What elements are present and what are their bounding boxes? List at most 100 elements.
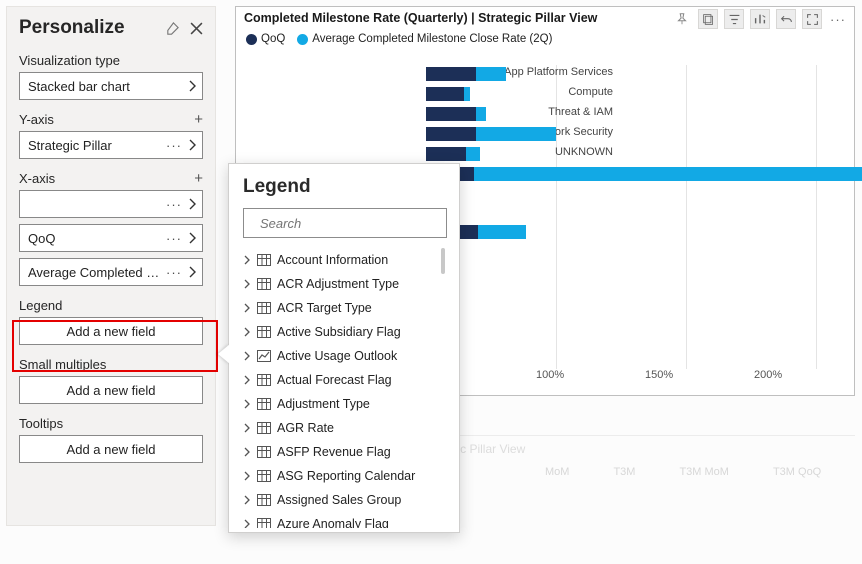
y-axis-category: Compute xyxy=(463,86,613,98)
table-icon xyxy=(257,470,271,482)
small-multiples-label: Small multiples xyxy=(19,357,106,372)
chart-x-axis: 100% 150% 200% 250% 300% xyxy=(426,369,862,381)
chevron-right-icon xyxy=(243,471,251,481)
y-axis-add-icon[interactable]: + xyxy=(194,112,203,127)
table-icon xyxy=(257,494,271,506)
bar-segment-qoq[interactable] xyxy=(426,147,466,161)
more-icon[interactable]: ··· xyxy=(166,197,182,212)
more-options-icon[interactable]: ··· xyxy=(828,9,848,29)
bar-segment-qoq[interactable] xyxy=(426,87,464,101)
legend-add-label: Add a new field xyxy=(67,324,156,339)
bar-segment-qoq[interactable] xyxy=(426,107,476,121)
chart-toolbar: ··· xyxy=(672,9,848,29)
x-axis-add-icon[interactable]: + xyxy=(194,171,203,186)
field-item[interactable]: ASG Reporting Calendar xyxy=(243,464,447,488)
field-item[interactable]: Account Information xyxy=(243,248,447,272)
y-axis-field[interactable]: Strategic Pillar ··· xyxy=(19,131,203,159)
visualization-type-label: Visualization type xyxy=(19,53,120,68)
popover-arrow xyxy=(218,344,230,364)
xaxis-tick: 150% xyxy=(645,369,754,381)
field-item[interactable]: ASFP Revenue Flag xyxy=(243,440,447,464)
y-axis-section: Y-axis + Strategic Pillar ··· xyxy=(19,112,203,159)
chevron-right-icon xyxy=(243,255,251,265)
bar-segment-avg[interactable] xyxy=(466,147,480,161)
personalize-icon[interactable] xyxy=(750,9,770,29)
small-multiples-add-button[interactable]: Add a new field xyxy=(19,376,203,404)
field-item[interactable]: ACR Target Type xyxy=(243,296,447,320)
field-item[interactable]: AGR Rate xyxy=(243,416,447,440)
bar-segment-avg[interactable] xyxy=(464,87,470,101)
ghost-col: T3M xyxy=(613,466,635,478)
close-icon[interactable] xyxy=(190,22,203,35)
chevron-right-icon xyxy=(243,495,251,505)
visualization-type-field[interactable]: Stacked bar chart xyxy=(19,72,203,100)
line-chart-icon xyxy=(257,350,271,362)
field-item[interactable]: ACR Adjustment Type xyxy=(243,272,447,296)
bar-segment-avg[interactable] xyxy=(476,67,506,81)
field-item-label: Assigned Sales Group xyxy=(277,493,401,507)
x-axis-section: X-axis + ··· QoQ ··· Average Completed …… xyxy=(19,171,203,286)
table-icon xyxy=(257,278,271,290)
undo-icon[interactable] xyxy=(776,9,796,29)
panel-header: Personalize xyxy=(19,17,203,39)
scrollbar-thumb[interactable] xyxy=(441,248,445,274)
ghost-col: MoM xyxy=(545,466,569,478)
more-icon[interactable]: ··· xyxy=(166,138,182,153)
x-axis-field-2[interactable]: Average Completed … ··· xyxy=(19,258,203,286)
y-axis-value: Strategic Pillar xyxy=(28,138,166,153)
chevron-right-icon xyxy=(188,266,196,278)
search-input[interactable] xyxy=(258,215,440,232)
more-icon[interactable]: ··· xyxy=(166,265,182,280)
tooltips-add-button[interactable]: Add a new field xyxy=(19,435,203,463)
xaxis-tick: 200% xyxy=(754,369,862,381)
field-item[interactable]: Active Usage Outlook xyxy=(243,344,447,368)
chart-legend: QoQ Average Completed Milestone Close Ra… xyxy=(236,29,854,53)
search-box[interactable] xyxy=(243,208,447,238)
tooltips-add-label: Add a new field xyxy=(67,442,156,457)
chevron-right-icon xyxy=(243,423,251,433)
field-item-label: AGR Rate xyxy=(277,421,334,435)
bar-segment-avg[interactable] xyxy=(476,127,556,141)
eraser-icon[interactable] xyxy=(165,21,180,36)
bar-segment-avg[interactable] xyxy=(476,107,486,121)
chevron-right-icon xyxy=(243,279,251,289)
legend-swatch-avg xyxy=(297,34,308,45)
chevron-right-icon xyxy=(243,351,251,361)
field-item-label: Adjustment Type xyxy=(277,397,370,411)
x-axis-field-0[interactable]: ··· xyxy=(19,190,203,218)
bar-segment-avg[interactable] xyxy=(474,167,862,181)
field-tree[interactable]: Account Information ACR Adjustment TypeAC… xyxy=(243,248,447,528)
bar-segment-avg[interactable] xyxy=(478,225,526,239)
more-icon[interactable]: ··· xyxy=(166,231,182,246)
y-axis-category: UNKNOWN xyxy=(463,146,613,158)
x-axis-field-1[interactable]: QoQ ··· xyxy=(19,224,203,252)
tooltips-section: Tooltips Add a new field xyxy=(19,416,203,463)
chevron-right-icon xyxy=(243,327,251,337)
field-item-label: Account Information xyxy=(277,253,388,267)
chart-plot-area: App Platform ServicesComputeThreat & IAM… xyxy=(426,67,862,367)
field-item-label: Actual Forecast Flag xyxy=(277,373,392,387)
focus-icon[interactable] xyxy=(802,9,822,29)
table-icon xyxy=(257,422,271,434)
table-icon xyxy=(257,446,271,458)
legend-label: Legend xyxy=(19,298,62,313)
legend-label-qoq: QoQ xyxy=(261,33,285,45)
visualization-type-section: Visualization type Stacked bar chart xyxy=(19,53,203,100)
bar-segment-qoq[interactable] xyxy=(426,67,476,81)
copy-icon[interactable] xyxy=(698,9,718,29)
field-item[interactable]: Adjustment Type xyxy=(243,392,447,416)
visualization-type-value: Stacked bar chart xyxy=(28,79,188,94)
filter-icon[interactable] xyxy=(724,9,744,29)
field-item-label: ASG Reporting Calendar xyxy=(277,469,415,483)
field-item[interactable]: Assigned Sales Group xyxy=(243,488,447,512)
pin-icon[interactable] xyxy=(672,9,692,29)
chevron-right-icon xyxy=(188,80,196,92)
bar-segment-qoq[interactable] xyxy=(426,127,476,141)
legend-add-field-button[interactable]: Add a new field xyxy=(19,317,203,345)
field-item[interactable]: Actual Forecast Flag xyxy=(243,368,447,392)
chevron-right-icon xyxy=(243,447,251,457)
legend-section: Legend Add a new field xyxy=(19,298,203,345)
field-item[interactable]: Active Subsidiary Flag xyxy=(243,320,447,344)
field-item[interactable]: Azure Anomaly Flag xyxy=(243,512,447,528)
y-axis-label: Y-axis xyxy=(19,112,54,127)
